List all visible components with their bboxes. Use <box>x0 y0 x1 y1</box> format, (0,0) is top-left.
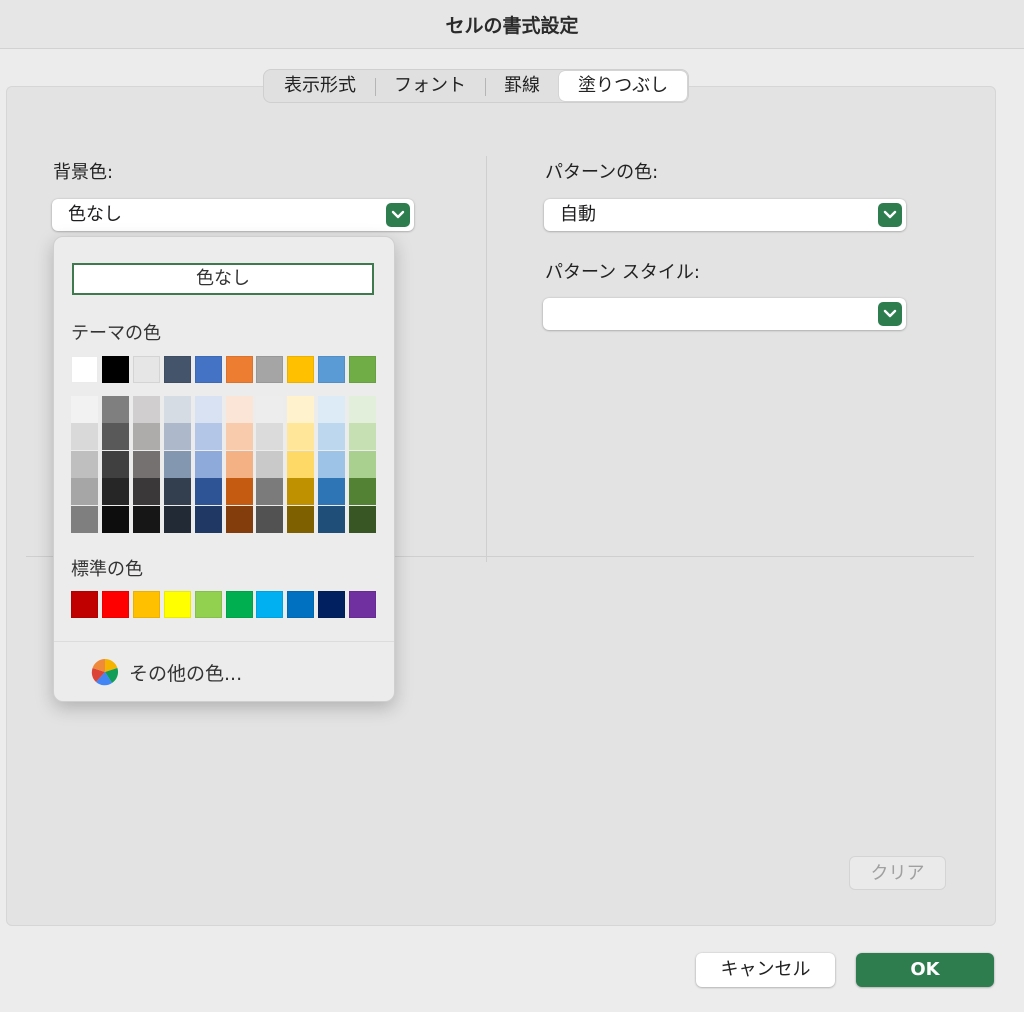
theme-color-swatch[interactable] <box>349 356 377 383</box>
theme-shade-swatch[interactable] <box>256 396 284 423</box>
standard-color-swatch[interactable] <box>349 591 377 618</box>
theme-color-swatch[interactable] <box>132 356 160 383</box>
theme-shade-swatch[interactable] <box>287 505 315 533</box>
theme-shade-swatch[interactable] <box>287 396 315 423</box>
pattern-style-label: パターン スタイル: <box>545 262 700 283</box>
chevron-down-icon[interactable] <box>878 203 902 227</box>
ok-button[interactable]: OK <box>856 953 994 987</box>
theme-shade-swatch[interactable] <box>194 450 222 478</box>
theme-color-swatch[interactable] <box>225 356 253 383</box>
theme-shade-swatch[interactable] <box>287 423 315 451</box>
theme-shade-swatch[interactable] <box>318 505 346 533</box>
theme-shade-swatch[interactable] <box>101 478 129 506</box>
theme-shade-swatch[interactable] <box>101 423 129 451</box>
clear-button[interactable]: クリア <box>849 856 946 890</box>
theme-shade-swatch[interactable] <box>101 505 129 533</box>
standard-color-swatch[interactable] <box>287 591 315 618</box>
theme-shade-swatch[interactable] <box>194 396 222 423</box>
theme-color-swatch[interactable] <box>163 356 191 383</box>
standard-color-swatch[interactable] <box>132 591 160 618</box>
theme-shade-swatch[interactable] <box>349 396 377 423</box>
background-color-select[interactable]: 色なし <box>52 199 414 231</box>
theme-shade-swatch[interactable] <box>256 423 284 451</box>
tab-border[interactable]: 罫線 <box>485 71 559 101</box>
theme-shade-swatch[interactable] <box>349 478 377 506</box>
standard-color-swatch[interactable] <box>225 591 253 618</box>
theme-shade-swatch[interactable] <box>349 423 377 451</box>
theme-colors-label: テーマの色 <box>71 323 161 344</box>
theme-shade-swatch[interactable] <box>163 505 191 533</box>
standard-colors-label: 標準の色 <box>71 559 143 580</box>
theme-color-swatch[interactable] <box>287 356 315 383</box>
theme-shade-swatch[interactable] <box>349 505 377 533</box>
theme-shade-swatch[interactable] <box>132 478 160 506</box>
theme-shade-swatch[interactable] <box>101 396 129 423</box>
window-title: セルの書式設定 <box>445 14 579 37</box>
theme-shade-swatch[interactable] <box>256 505 284 533</box>
theme-shade-swatch[interactable] <box>71 423 98 451</box>
pattern-color-select[interactable]: 自動 <box>544 199 906 231</box>
theme-color-swatch[interactable] <box>101 356 129 383</box>
chevron-down-icon[interactable] <box>878 302 902 326</box>
theme-shade-swatch[interactable] <box>132 505 160 533</box>
theme-shade-swatch[interactable] <box>318 450 346 478</box>
theme-shade-swatch[interactable] <box>71 396 98 423</box>
theme-shade-swatch[interactable] <box>287 478 315 506</box>
theme-shade-swatch[interactable] <box>194 478 222 506</box>
theme-shade-swatch[interactable] <box>318 396 346 423</box>
theme-shade-swatch[interactable] <box>256 450 284 478</box>
theme-shade-swatch[interactable] <box>318 478 346 506</box>
theme-shade-swatch[interactable] <box>163 478 191 506</box>
theme-shade-swatch[interactable] <box>71 505 98 533</box>
tab-fill[interactable]: 塗りつぶし <box>559 71 688 101</box>
vertical-divider <box>486 156 487 562</box>
theme-color-swatch[interactable] <box>194 356 222 383</box>
background-color-value: 色なし <box>68 204 122 225</box>
theme-shade-swatch[interactable] <box>349 450 377 478</box>
theme-shade-swatch[interactable] <box>163 450 191 478</box>
chevron-down-icon[interactable] <box>386 203 410 227</box>
no-color-button[interactable]: 色なし <box>72 263 374 295</box>
cancel-button[interactable]: キャンセル <box>696 953 835 987</box>
theme-shade-swatch[interactable] <box>225 423 253 451</box>
more-colors-item[interactable]: その他の色... <box>54 641 394 701</box>
theme-shade-swatch[interactable] <box>71 478 98 506</box>
background-color-label: 背景色: <box>53 162 114 183</box>
theme-shade-swatch[interactable] <box>132 423 160 451</box>
color-wheel-icon <box>91 658 119 686</box>
theme-shade-swatch[interactable] <box>71 450 98 478</box>
theme-shade-swatch[interactable] <box>101 450 129 478</box>
theme-shade-swatch[interactable] <box>163 396 191 423</box>
theme-shade-swatch[interactable] <box>194 505 222 533</box>
standard-color-swatch[interactable] <box>71 591 98 618</box>
standard-color-swatch[interactable] <box>256 591 284 618</box>
theme-shade-swatch[interactable] <box>318 423 346 451</box>
standard-color-swatch[interactable] <box>194 591 222 618</box>
standard-color-swatch[interactable] <box>318 591 346 618</box>
standard-color-swatch[interactable] <box>163 591 191 618</box>
pattern-color-value: 自動 <box>560 204 596 225</box>
tab-number-format[interactable]: 表示形式 <box>265 71 375 101</box>
theme-shade-swatch[interactable] <box>132 450 160 478</box>
tab-bar: 表示形式 フォント 罫線 塗りつぶし <box>263 69 690 103</box>
pattern-color-label: パターンの色: <box>545 162 659 183</box>
more-colors-label: その他の色... <box>129 662 243 685</box>
pattern-style-select[interactable] <box>543 298 906 330</box>
theme-color-swatch[interactable] <box>318 356 346 383</box>
theme-shade-swatch[interactable] <box>256 478 284 506</box>
theme-shade-swatch[interactable] <box>225 505 253 533</box>
theme-color-swatch[interactable] <box>256 356 284 383</box>
theme-color-swatch[interactable] <box>71 356 98 383</box>
title-bar: セルの書式設定 <box>0 0 1024 49</box>
theme-shade-swatch[interactable] <box>225 450 253 478</box>
theme-shade-swatch[interactable] <box>194 423 222 451</box>
theme-shade-swatch[interactable] <box>225 478 253 506</box>
standard-color-swatch[interactable] <box>101 591 129 618</box>
theme-shade-swatch[interactable] <box>132 396 160 423</box>
color-picker-popup: 色なし テーマの色 標準の色 その他の色... <box>53 236 395 702</box>
theme-shade-swatch[interactable] <box>225 396 253 423</box>
theme-shade-swatch[interactable] <box>287 450 315 478</box>
theme-shade-swatch[interactable] <box>163 423 191 451</box>
tab-font[interactable]: フォント <box>375 71 485 101</box>
